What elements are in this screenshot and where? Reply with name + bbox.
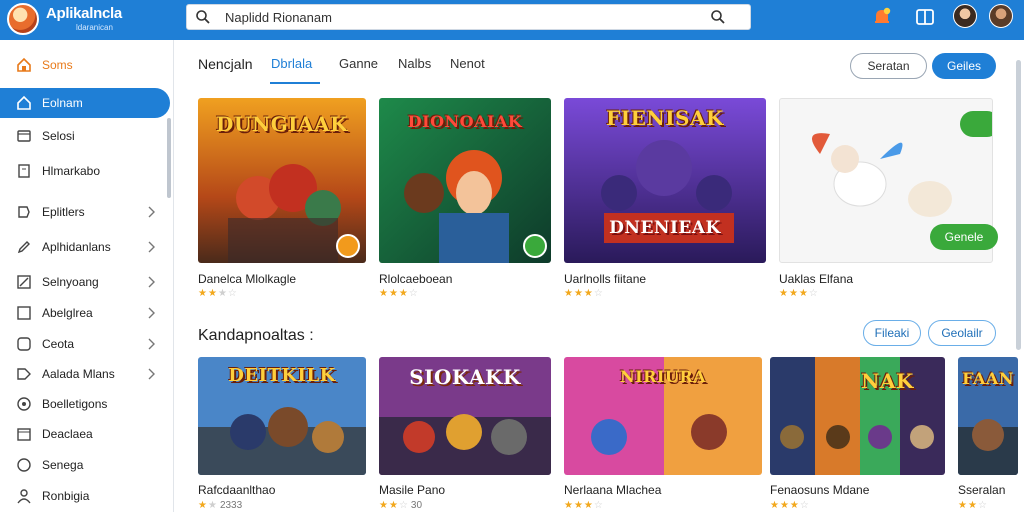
home-outline-icon <box>17 95 31 110</box>
chevron-right-icon <box>148 276 155 288</box>
chevron-right-icon <box>148 338 155 350</box>
layout-panel-icon[interactable] <box>914 6 936 28</box>
sidebar-item-active[interactable]: Eolnam <box>0 88 170 118</box>
sidebar-item-8[interactable]: Abelglrea <box>0 298 170 328</box>
main-content: Nencjaln Dbrlala Ganne Nalbs Nenot Serat… <box>174 40 1024 512</box>
rating-stars: ★★★☆ <box>779 288 819 299</box>
rating-stars: ★★☆ 30 <box>379 500 423 511</box>
featured-card-title[interactable]: Danelca Mlolkagle <box>198 272 296 286</box>
person-icon <box>17 489 31 504</box>
sidebar-item-4[interactable]: Hlmarkabo <box>0 156 170 186</box>
sidebar-item-13[interactable]: Senega <box>0 450 170 480</box>
rating-stars: ★★☆ <box>958 500 988 511</box>
user-avatar[interactable] <box>953 4 977 28</box>
app-subtitle: ldaranican <box>76 23 113 32</box>
game-card-title[interactable]: Masile Pano <box>379 483 445 497</box>
game-card-image[interactable]: FAAN <box>958 357 1018 475</box>
featured-card-image[interactable]: DIONOAIAK <box>379 98 551 263</box>
tab-5[interactable]: Nenot <box>450 56 485 71</box>
calendar-icon <box>17 428 31 441</box>
chevron-right-icon <box>148 368 155 380</box>
featured-card-title[interactable]: Rlolcaeboean <box>379 272 452 286</box>
chevron-right-icon <box>148 307 155 319</box>
document-icon <box>18 164 30 178</box>
sidebar-item-3[interactable]: Selosi <box>0 121 170 151</box>
chevron-right-icon <box>148 241 155 253</box>
sidebar-item-14[interactable]: Ronbigia <box>0 481 170 511</box>
search-input[interactable]: Naplidd Rionanam <box>225 10 332 25</box>
game-card-image[interactable]: SIOKAKK <box>379 357 551 475</box>
rating-stars: ★★★☆ <box>564 500 604 511</box>
search-bar[interactable]: Naplidd Rionanam <box>186 4 751 30</box>
header-primary-button[interactable]: Geiles <box>932 53 996 79</box>
rounded-square-icon <box>17 337 31 351</box>
tab-underline <box>270 82 320 84</box>
game-card-image[interactable]: NIRIURA <box>564 357 762 475</box>
featured-card-image[interactable]: DUNGIAAK <box>198 98 366 263</box>
featured-card-title[interactable]: Uarlnolls fiitane <box>564 272 646 286</box>
game-card-image[interactable]: DEITKILK <box>198 357 366 475</box>
rating-stars: ★★★☆ <box>379 288 419 299</box>
tab-4[interactable]: Nalbs <box>398 56 431 71</box>
game-card-title[interactable]: Sseralan <box>958 483 1005 497</box>
sidebar-item-12[interactable]: Deaclaea <box>0 419 170 449</box>
sidebar-scrollbar[interactable] <box>167 118 171 198</box>
square-icon <box>17 306 31 320</box>
tag-icon <box>17 368 31 380</box>
pencil-icon <box>17 241 30 254</box>
chevron-right-icon <box>148 206 155 218</box>
tab-active[interactable]: Dbrlala <box>271 56 312 71</box>
notification-bell-icon[interactable] <box>871 6 893 28</box>
circle-check-icon <box>17 458 31 472</box>
header-outline-button[interactable]: Seratan <box>850 53 927 79</box>
app-title: Aplikalncla <box>46 5 122 22</box>
main-scrollbar[interactable] <box>1016 60 1021 350</box>
rating-stars: ★★★☆ <box>564 288 604 299</box>
rating-stars: ★★ 2333 <box>198 500 243 511</box>
share-icon[interactable] <box>960 111 992 137</box>
section-title: Kandapnoaltas : <box>198 327 314 344</box>
section-button-2[interactable]: Geolailr <box>928 320 996 346</box>
badge-icon <box>336 234 360 258</box>
game-card-title[interactable]: Rafcdaanlthao <box>198 483 275 497</box>
bookmark-icon <box>18 206 30 218</box>
circle-icon <box>17 397 31 411</box>
user-avatar-secondary[interactable] <box>989 4 1013 28</box>
edit-icon <box>17 275 31 289</box>
sidebar-item-5[interactable]: Eplitlers <box>0 197 170 227</box>
tab-games[interactable]: Ganne <box>339 56 378 71</box>
game-card-title[interactable]: Nerlaana Mlachea <box>564 483 661 497</box>
search-icon <box>196 10 210 24</box>
app-logo-icon[interactable] <box>7 3 39 35</box>
top-bar: Aplikalncla ldaranican Naplidd Rionanam <box>0 0 1024 40</box>
sidebar-item-11[interactable]: Boelletigons <box>0 389 170 419</box>
tab-home[interactable]: Nencjaln <box>198 56 252 72</box>
search-submit-icon[interactable] <box>710 9 726 25</box>
sidebar-item-7[interactable]: Selnyoang <box>0 267 170 297</box>
sidebar-item-9[interactable]: Ceota <box>0 329 170 359</box>
sidebar-item-10[interactable]: Aalada Mlans <box>0 359 170 389</box>
rating-stars: ★★★☆ <box>770 500 810 511</box>
game-card-title[interactable]: Fenaosuns Mdane <box>770 483 869 497</box>
game-card-image[interactable]: NAK <box>770 357 945 475</box>
home-icon <box>17 57 31 72</box>
window-icon <box>17 130 31 142</box>
get-button[interactable]: Genele <box>930 224 998 250</box>
sidebar-item-6[interactable]: Aplhidanlans <box>0 232 170 262</box>
badge-icon <box>523 234 547 258</box>
section-button-1[interactable]: Fileaki <box>863 320 921 346</box>
rating-stars: ★★★☆ <box>198 288 238 299</box>
sidebar: Soms Eolnam Selosi Hlmarkabo Eplitlers A… <box>0 40 174 512</box>
featured-card-title[interactable]: Uaklas Elfana <box>779 272 853 286</box>
sidebar-item-home[interactable]: Soms <box>0 50 170 80</box>
featured-card-image[interactable]: FIENISAK DNENIEAK <box>564 98 766 263</box>
